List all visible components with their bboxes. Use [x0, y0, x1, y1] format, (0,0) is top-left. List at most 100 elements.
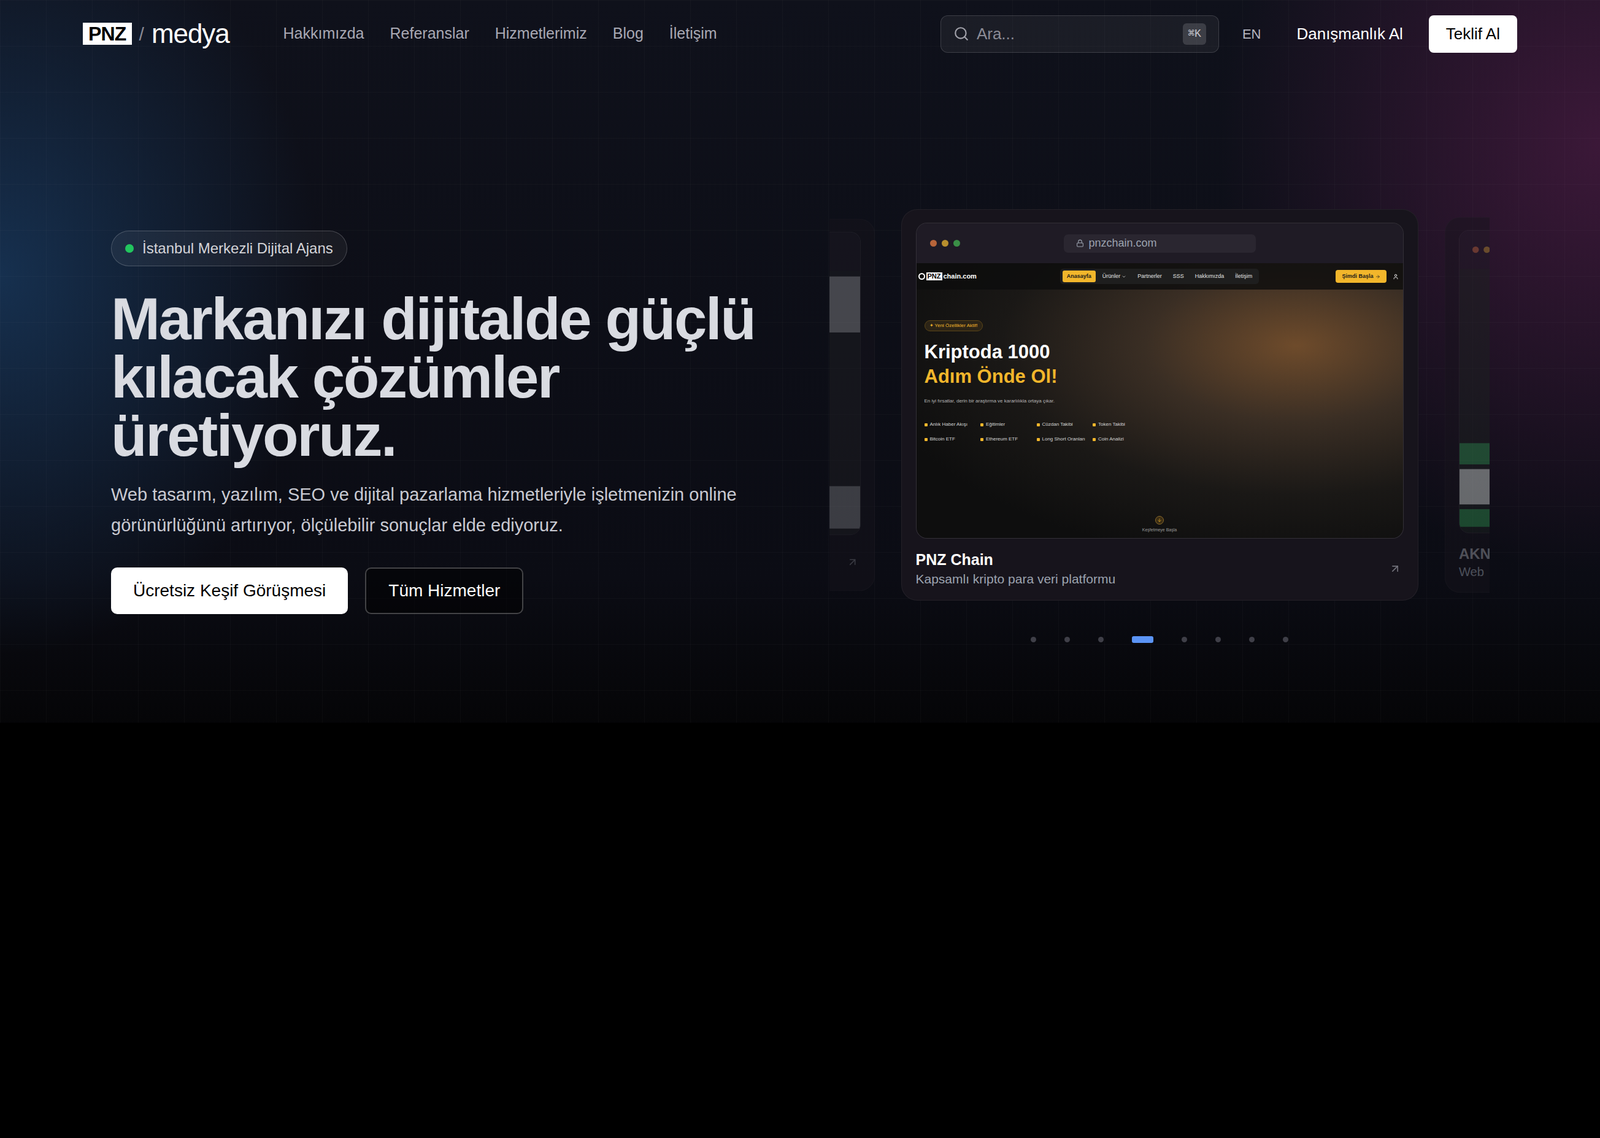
feature-icon	[924, 423, 928, 427]
site-nav-item[interactable]: Anasayfa	[1062, 270, 1096, 283]
project-card[interactable]	[829, 219, 875, 592]
carousel-dot[interactable]	[1098, 636, 1104, 643]
location-badge: İstanbul Merkezli Dijital Ajans	[111, 230, 348, 267]
main-nav: Hakkımızda Referanslar Hizmetlerimiz Blog İl…	[283, 22, 718, 46]
chevron-down-icon	[1121, 274, 1127, 280]
browser-titlebar: pnzchain.com	[916, 223, 1404, 264]
browser-frame	[829, 231, 861, 535]
url-bar: pnzchain.com	[1063, 234, 1256, 253]
card-title: PNZ Chain	[915, 549, 1116, 570]
search-field[interactable]: Ara...⌘K	[940, 15, 1220, 53]
window-controls	[930, 239, 1064, 247]
hero-content: İstanbul Merkezli Dijital Ajans Markanızı…	[111, 67, 817, 643]
site-cta-button[interactable]: Şimdi Başla	[1335, 269, 1386, 284]
nav-link[interactable]: Blog	[612, 22, 644, 46]
feature-icon	[980, 438, 984, 442]
card-caption: PNZ ChainKapsamlı kripto para veri platf…	[915, 549, 1404, 588]
site-feature-chip[interactable]: Token Takibi	[1092, 420, 1146, 429]
site-feature-chip[interactable]: Bitcoin ETF	[924, 435, 978, 443]
arrow-up-right-icon[interactable]	[1388, 562, 1402, 575]
site-lead: En iyi fırsatlar, derin bir araştırma ve…	[924, 397, 1396, 405]
user-icon[interactable]	[1392, 273, 1399, 280]
carousel-dot[interactable]	[1215, 636, 1221, 643]
card-title: AKN	[1458, 544, 1490, 564]
site-nav-item[interactable]: Hakkımızda	[1190, 270, 1229, 283]
minimize-dot	[941, 239, 949, 247]
all-services-button[interactable]: Tüm Hizmetler	[365, 567, 524, 615]
search-icon	[953, 25, 970, 42]
site-logo: PNZchain.com	[918, 271, 1061, 282]
arrow-down-icon	[1157, 517, 1162, 523]
site-nav: AnasayfaÜrünlerPartnerlerSSSHakkımızdaİl…	[1060, 268, 1260, 285]
site-nav-item[interactable]: İletişim	[1230, 270, 1257, 283]
project-card[interactable]: pnzchain.comPNZchain.comAnasayfaÜrünlerP…	[901, 209, 1419, 601]
feature-icon	[980, 423, 984, 427]
window-controls	[1471, 246, 1490, 254]
card-subtitle: Kapsamlı kripto para veri platformu	[915, 570, 1116, 588]
card-caption: AKNWeb	[1458, 544, 1490, 581]
carousel-dot[interactable]	[1064, 636, 1070, 643]
discovery-call-button[interactable]: Ücretsiz Keşif Görüşmesi	[111, 567, 348, 615]
hero-actions: Ücretsiz Keşif Görüşmesi Tüm Hizmetler	[111, 567, 524, 615]
site-hero: ✦ Yeni Özellikler Aktif!Kriptoda 1000Adı…	[916, 289, 1404, 539]
carousel-dots	[1030, 636, 1289, 643]
site-badge: ✦ Yeni Özellikler Aktif!	[924, 320, 983, 332]
feature-icon	[1036, 438, 1040, 442]
site-features: Anlık Haber AkışıEğitimlerCüzdan TakibiT…	[924, 420, 1146, 443]
browser-titlebar	[1458, 230, 1490, 269]
carousel-dot[interactable]	[1030, 636, 1037, 643]
hero-background: PNZ/medya Hakkımızda Referanslar Hizmetleri…	[0, 0, 1600, 723]
logo[interactable]: PNZ/medya	[82, 20, 230, 48]
project-preview	[1458, 268, 1490, 533]
browser-frame	[1458, 230, 1490, 534]
nav-link[interactable]: Referanslar	[390, 22, 470, 46]
close-dot	[1471, 246, 1479, 254]
shortcut-key: ⌘K	[1182, 23, 1207, 45]
carousel-dot[interactable]	[1249, 636, 1255, 643]
feature-icon	[1092, 438, 1096, 442]
hero-headline: Markanızı dijitalde güçlükılacak çözümle…	[111, 289, 756, 465]
site-logo-icon	[918, 273, 926, 280]
status-dot	[125, 244, 134, 253]
feature-icon	[1036, 423, 1040, 427]
site-scroll-hint[interactable]: Keşfetmeye Başla	[924, 515, 1396, 539]
browser-titlebar	[829, 232, 861, 271]
hero-description: Web tasarım, yazılım, SEO ve dijital paz…	[111, 479, 762, 541]
arrow-right-icon	[1375, 274, 1381, 280]
lock-icon	[1076, 239, 1085, 248]
site-headline-accent: Adım Önde Ol!	[924, 364, 1396, 389]
site-nav-item[interactable]: Ürünler	[1098, 270, 1132, 283]
site-nav-item[interactable]: SSS	[1168, 270, 1189, 283]
language-switch[interactable]: EN	[1242, 23, 1262, 45]
hero: İstanbul Merkezli Dijital Ajans Markanızı…	[0, 67, 1600, 723]
grid-overlay: PNZ/medya Hakkımızda Referanslar Hizmetleri…	[0, 0, 1600, 723]
project-card[interactable]: AKNWeb	[1444, 217, 1490, 593]
site-feature-chip[interactable]: Ethereum ETF	[980, 435, 1034, 443]
site-nav-item[interactable]: Partnerler	[1133, 270, 1167, 283]
carousel-dot[interactable]	[1282, 636, 1289, 643]
nav-link[interactable]: Hizmetlerimiz	[495, 22, 588, 46]
consult-link[interactable]: Danışmanlık Al	[1296, 22, 1403, 47]
carousel-dot[interactable]	[1131, 636, 1154, 643]
site-navbar: PNZchain.comAnasayfaÜrünlerPartnerlerSSS…	[916, 263, 1404, 290]
maximize-dot	[953, 239, 961, 247]
quote-button[interactable]: Teklif Al	[1428, 15, 1518, 53]
page: PNZ/medya Hakkımızda Referanslar Hizmetleri…	[0, 0, 1600, 1138]
navbar: PNZ/medya Hakkımızda Referanslar Hizmetleri…	[0, 0, 1600, 68]
carousel-dot[interactable]	[1181, 636, 1188, 643]
card-subtitle: Web	[1458, 563, 1490, 581]
close-dot	[930, 239, 937, 247]
site-feature-chip[interactable]: Long Short Oranları	[1036, 435, 1090, 443]
site-feature-chip[interactable]: Cüzdan Takibi	[1036, 420, 1090, 429]
project-preview	[829, 270, 861, 535]
nav-link[interactable]: Hakkımızda	[283, 22, 365, 46]
site-feature-chip[interactable]: Anlık Haber Akışı	[924, 420, 978, 429]
arrow-up-right-icon[interactable]	[846, 556, 859, 569]
card-caption	[829, 545, 861, 579]
nav-link[interactable]: İletişim	[669, 22, 718, 46]
site-feature-chip[interactable]: Coin Analizi	[1092, 435, 1146, 443]
site-feature-chip[interactable]: Eğitimler	[980, 420, 1034, 429]
minimize-dot	[1483, 246, 1490, 254]
carousel-track[interactable]: pnzchain.comPNZchain.comAnasayfaÜrünlerP…	[829, 209, 1490, 601]
project-carousel: pnzchain.comPNZchain.comAnasayfaÜrünlerP…	[829, 67, 1490, 643]
